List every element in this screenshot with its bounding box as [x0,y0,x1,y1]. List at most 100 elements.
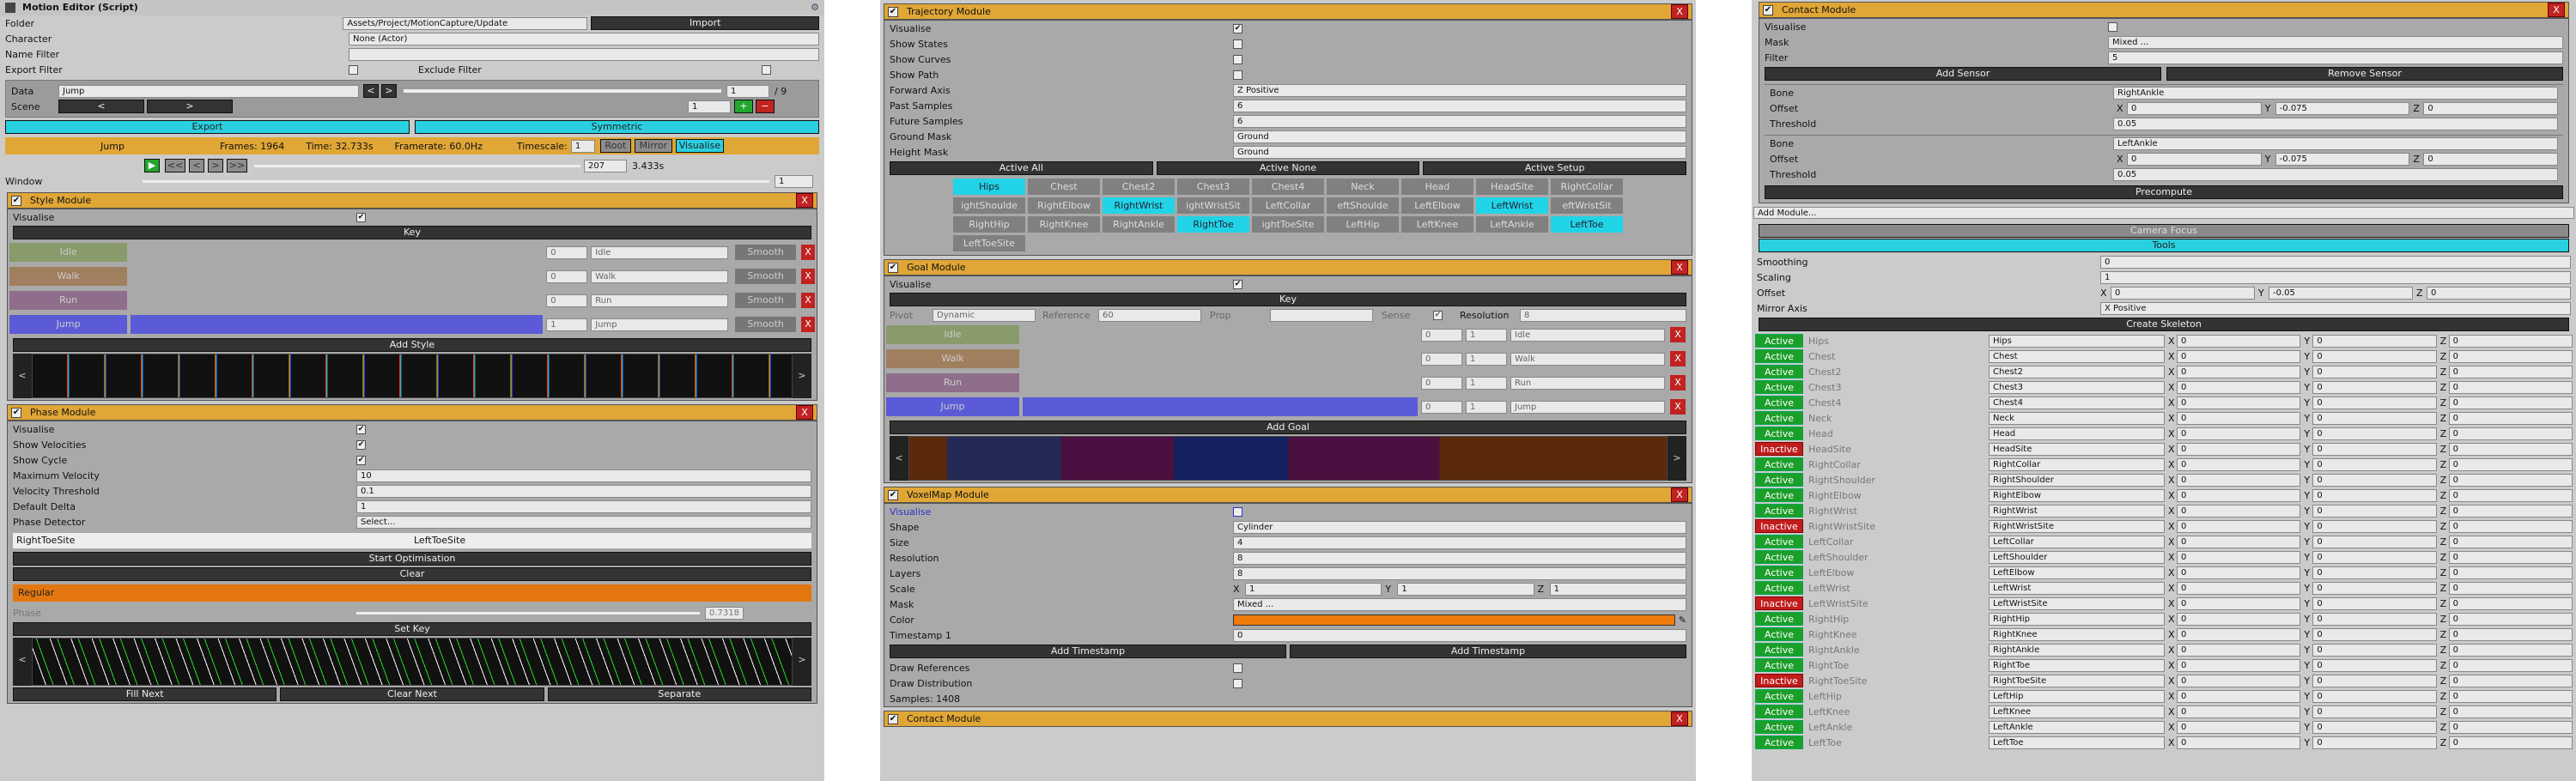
start-optimisation-button[interactable]: Start Optimisation [13,552,811,566]
bone-offset-z[interactable]: 0 [2448,643,2573,657]
bone-active-toggle[interactable]: Active [1755,380,1803,394]
bone-toggle[interactable]: RightAnkle [1103,216,1175,233]
frame-slider[interactable] [254,164,580,167]
bone-offset-z[interactable]: 0 [2448,596,2573,610]
right-toe-site-label[interactable]: RightToeSite [13,533,414,548]
bone-toggle[interactable]: RightWrist [1103,197,1175,214]
visualise-checkbox[interactable]: ✔ [1233,23,1242,33]
bone-offset-x[interactable]: 0 [2177,535,2301,548]
bone-offset-x[interactable]: 0 [2177,519,2301,533]
phase-slider[interactable] [356,611,700,615]
add-module-select[interactable]: Add Module... [1753,207,2574,219]
bone-offset-z[interactable]: 0 [2448,365,2573,378]
remove-style-button[interactable]: X [801,317,815,332]
bone-offset-y[interactable]: 0 [2312,550,2437,564]
bone-offset-x[interactable]: 0 [2177,349,2301,363]
show-path-checkbox[interactable] [1233,70,1242,80]
bone-active-toggle[interactable]: Active [1755,334,1803,348]
style-weight-bar-empty[interactable] [131,291,543,310]
bone-offset-x[interactable]: 0 [2177,488,2301,502]
bone-offset-z[interactable]: 0 [2448,411,2573,425]
filter-field[interactable]: 5 [2108,51,2563,64]
goal-visualise-checkbox[interactable]: ✔ [1233,279,1242,289]
bone-map-select[interactable]: RightHip [1989,612,2165,626]
smoothing-field[interactable]: 0 [2100,255,2571,269]
sensor-offset-y[interactable]: -0.075 [2275,101,2410,115]
mirror-axis-select[interactable]: X Positive [2100,301,2571,315]
goal-value-field-2[interactable]: 1 [1466,328,1507,342]
bone-active-toggle[interactable]: Active [1755,705,1803,718]
bone-active-toggle[interactable]: Active [1755,473,1803,487]
scene-remove-button[interactable]: − [756,100,775,113]
tools-offset-x[interactable]: 0 [2111,286,2255,300]
pivot-select[interactable]: Dynamic [933,308,1036,322]
bone-offset-x[interactable]: 0 [2177,457,2301,471]
goal-value-field[interactable]: 0 [1421,328,1462,342]
smooth-button[interactable]: Smooth [735,245,797,260]
style-value-field[interactable]: 0 [546,294,588,307]
goal-resolution-field[interactable]: 8 [1520,308,1686,322]
bone-map-select[interactable]: Chest3 [1989,380,2165,394]
bone-map-select[interactable]: RightToeSite [1989,674,2165,687]
bone-offset-y[interactable]: 0 [2312,488,2437,502]
fast-forward-button[interactable]: >> [227,159,247,173]
bone-map-select[interactable]: LeftKnee [1989,705,2165,718]
bone-toggle[interactable]: Head [1401,179,1473,195]
smooth-button[interactable]: Smooth [735,317,797,332]
goal-name-walk[interactable]: Walk [886,349,1019,368]
bone-offset-y[interactable]: 0 [2312,504,2437,518]
bone-offset-y[interactable]: 0 [2312,535,2437,548]
camera-focus-button[interactable]: Camera Focus [1759,224,2569,238]
goal-module-close[interactable]: X [1671,260,1688,275]
remove-style-button[interactable]: X [801,269,815,284]
bone-offset-z[interactable]: 0 [2448,612,2573,626]
bone-offset-x[interactable]: 0 [2177,504,2301,518]
voxel-resolution-field[interactable]: 8 [1233,551,1686,565]
phase-visualise-checkbox[interactable]: ✔ [356,424,366,434]
bone-offset-z[interactable]: 0 [2448,380,2573,394]
bone-offset-x[interactable]: 0 [2177,643,2301,657]
folder-field[interactable]: Assets/Project/MotionCapture/Update [343,16,588,30]
height-mask-field[interactable]: Ground [1233,145,1686,159]
bone-toggle[interactable]: LeftElbow [1401,197,1473,214]
bone-toggle[interactable]: eftShoulde [1327,197,1399,214]
reference-field[interactable]: 60 [1098,308,1201,322]
style-prev-arrow[interactable]: < [13,354,32,398]
bone-toggle[interactable]: Hips [953,179,1025,195]
bone-map-select[interactable]: LeftHip [1989,689,2165,703]
bone-offset-y[interactable]: 0 [2312,334,2437,348]
bone-offset-z[interactable]: 0 [2448,720,2573,734]
window-slider[interactable] [143,179,769,183]
bone-offset-z[interactable]: 0 [2448,427,2573,440]
mirror-button[interactable]: Mirror [634,139,672,153]
bone-active-toggle[interactable]: Active [1755,658,1803,672]
bone-map-select[interactable]: LeftWristSite [1989,596,2165,610]
bone-offset-x[interactable]: 0 [2177,334,2301,348]
left-toe-site-label[interactable]: LeftToeSite [414,533,811,548]
bone-map-select[interactable]: RightAnkle [1989,643,2165,657]
bone-active-toggle[interactable]: Active [1755,504,1803,518]
bone-map-select[interactable]: Hips [1989,334,2165,348]
style-name-run[interactable]: Run [9,291,128,310]
bone-map-select[interactable]: RightToe [1989,658,2165,672]
bone-offset-z[interactable]: 0 [2448,457,2573,471]
bone-map-select[interactable]: RightShoulder [1989,473,2165,487]
bone-map-select[interactable]: LeftWrist [1989,581,2165,595]
bone-offset-x[interactable]: 0 [2177,550,2301,564]
data-prev-button[interactable]: < [363,84,379,98]
bone-offset-z[interactable]: 0 [2448,519,2573,533]
sensor-offset-x[interactable]: 0 [2127,152,2262,166]
bone-offset-y[interactable]: 0 [2312,658,2437,672]
bone-offset-x[interactable]: 0 [2177,689,2301,703]
data-select[interactable]: Jump [58,84,359,98]
rewind-button[interactable]: << [165,159,185,173]
bone-offset-y[interactable]: 0 [2312,689,2437,703]
contact-module-close[interactable]: X [2548,3,2565,17]
style-value-field[interactable]: 0 [546,269,588,283]
bone-toggle[interactable]: Chest3 [1177,179,1249,195]
visualise-button[interactable]: Visualise [675,139,724,153]
bone-offset-x[interactable]: 0 [2177,581,2301,595]
bone-toggle[interactable]: ightShoulde [953,197,1025,214]
bone-offset-z[interactable]: 0 [2448,504,2573,518]
style-module-close[interactable]: X [796,193,813,208]
